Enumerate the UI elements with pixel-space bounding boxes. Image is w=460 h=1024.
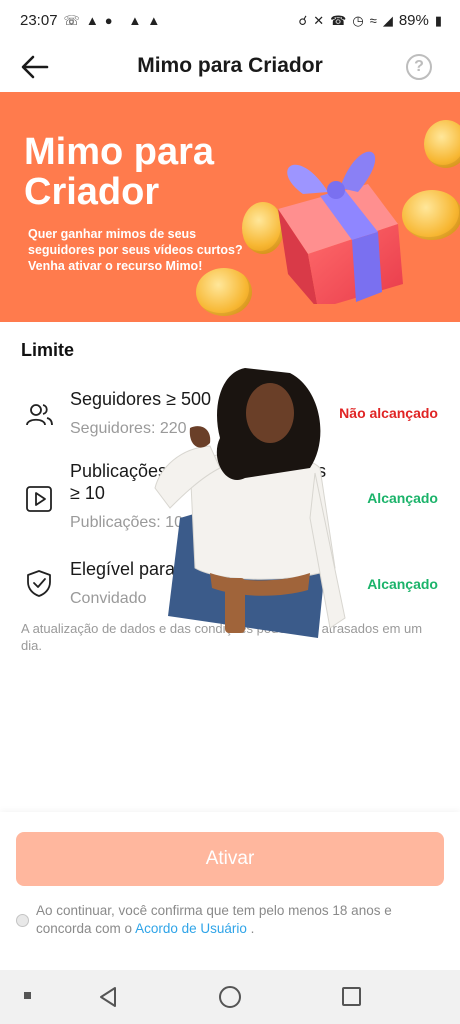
person-sticker xyxy=(154,368,346,638)
status-badge: Alcançado xyxy=(367,490,438,506)
video-play-icon xyxy=(26,486,52,512)
wifi-call-icon: ☎ xyxy=(330,12,347,28)
wifi-icon: ≈ xyxy=(369,12,377,28)
consent-text: Ao continuar, você confirma que tem pelo… xyxy=(36,902,436,938)
overview-dot-icon[interactable] xyxy=(24,992,31,999)
headphones-icon: ☌ xyxy=(298,12,308,28)
banner-subtitle: Quer ganhar mimos de seus seguidores por… xyxy=(28,227,243,273)
status-bar: 23:07 ☏ ▲ ● ▲ ▲ ☌ ✕ ☎ ◷ ≈ ◢ 89% ▮ xyxy=(0,0,460,40)
back-triangle-icon[interactable] xyxy=(96,985,120,1009)
battery-icon: ▮ xyxy=(434,12,442,28)
alert-icon: ▲ xyxy=(85,12,99,28)
mute-icon: ✕ xyxy=(313,12,325,28)
shield-check-icon xyxy=(27,570,51,597)
arrow-left-icon[interactable] xyxy=(20,52,50,82)
recents-square-icon[interactable] xyxy=(342,987,361,1006)
page-title: Mimo para Criador xyxy=(137,54,323,77)
alert-icon: ▲ xyxy=(147,12,161,28)
top-app-bar: Mimo para Criador ? xyxy=(0,40,460,92)
alert-icon: ▲ xyxy=(128,12,142,28)
battery-percent: 89% xyxy=(398,11,429,29)
users-icon xyxy=(26,404,53,426)
consent-radio[interactable] xyxy=(16,914,29,927)
whatsapp-icon: ☏ xyxy=(63,12,80,28)
signal-icon: ◢ xyxy=(382,12,393,28)
limit-subtitle: Convidado xyxy=(70,590,147,607)
system-nav-bar xyxy=(0,970,460,1024)
status-time: 23:07 xyxy=(20,11,58,29)
home-circle-icon[interactable] xyxy=(219,986,241,1008)
messenger-icon: ● xyxy=(104,12,113,28)
status-badge: Não alcançado xyxy=(339,405,438,421)
user-agreement-link[interactable]: Acordo de Usuário xyxy=(135,921,247,936)
banner-title: Mimo para Criador xyxy=(24,131,215,213)
status-right: ☌ ✕ ☎ ◷ ≈ ◢ 89% ▮ xyxy=(298,12,442,29)
alarm-icon: ◷ xyxy=(352,12,364,28)
gift-box-icon xyxy=(278,151,403,304)
action-area: Ativar Ao continuar, você confirma que t… xyxy=(0,812,460,970)
coin-icon xyxy=(196,268,252,316)
help-icon[interactable]: ? xyxy=(406,54,432,80)
coin-icon xyxy=(424,120,460,168)
section-title: Limite xyxy=(21,340,75,360)
consent-suffix: . xyxy=(250,921,255,936)
status-badge: Alcançado xyxy=(367,576,438,592)
status-left: 23:07 ☏ ▲ ● ▲ ▲ xyxy=(20,12,160,29)
promo-banner: Mimo para Criador Quer ganhar mimos de s… xyxy=(0,92,460,322)
activate-button[interactable]: Ativar xyxy=(16,832,444,886)
